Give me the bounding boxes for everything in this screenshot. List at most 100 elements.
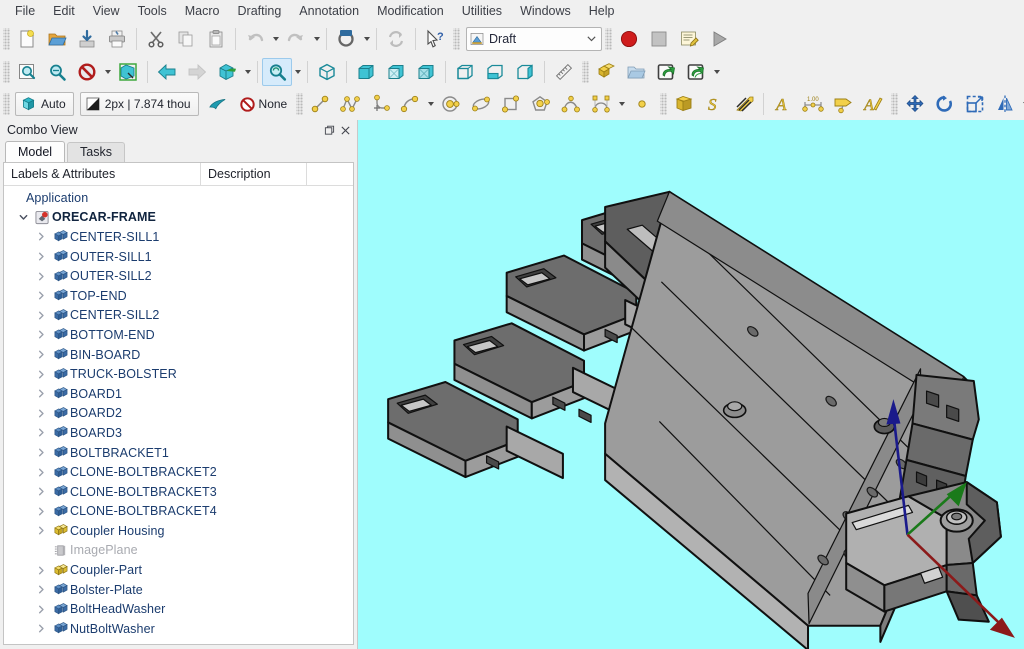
workbench-selector[interactable]: Draft: [466, 26, 602, 51]
draft-annotation-style-button[interactable]: [204, 93, 231, 115]
menu-file[interactable]: File: [6, 2, 44, 20]
tree-item-application[interactable]: Application: [4, 188, 353, 208]
measure-ruler-icon[interactable]: [549, 58, 579, 86]
draft-rotate-icon[interactable]: [930, 90, 960, 118]
chevron-right-icon[interactable]: [32, 467, 50, 478]
tree-item-clone-boltbracket3[interactable]: CLONE-BOLTBRACKET3: [4, 482, 353, 502]
draft-facebinder-icon[interactable]: [669, 90, 699, 118]
menu-tools[interactable]: Tools: [129, 2, 176, 20]
tree-item-outer-sill2[interactable]: OUTER-SILL2: [4, 266, 353, 286]
link-group-icon[interactable]: [681, 58, 711, 86]
draw-style-dropdown-icon[interactable]: [102, 59, 113, 85]
tree-header-description[interactable]: Description: [201, 163, 307, 185]
make-link-icon[interactable]: [651, 58, 681, 86]
menu-help[interactable]: Help: [580, 2, 624, 20]
toolbar-grip[interactable]: [453, 27, 460, 50]
zoom-dropdown-icon[interactable]: [292, 59, 303, 85]
tree-item-coupler-housing[interactable]: Coupler Housing: [4, 521, 353, 541]
chevron-right-icon[interactable]: [32, 388, 50, 399]
link-dropdown-icon[interactable]: [711, 59, 722, 85]
menu-drafting[interactable]: Drafting: [229, 2, 291, 20]
tree-item-clone-boltbracket2[interactable]: CLONE-BOLTBRACKET2: [4, 462, 353, 482]
draft-rectangle-icon[interactable]: [496, 90, 526, 118]
tree-item-bottom-end[interactable]: BOTTOM-END: [4, 325, 353, 345]
tree-item-board2[interactable]: BOARD2: [4, 404, 353, 424]
chevron-right-icon[interactable]: [32, 408, 50, 419]
menu-macro[interactable]: Macro: [176, 2, 229, 20]
menu-utilities[interactable]: Utilities: [453, 2, 511, 20]
toolbar-grip[interactable]: [582, 60, 589, 83]
isometric-view-icon[interactable]: [212, 58, 242, 86]
refresh-view-icon[interactable]: [381, 25, 411, 53]
chevron-right-icon[interactable]: [32, 623, 50, 634]
toolbar-grip[interactable]: [3, 27, 10, 50]
left-view-cube-icon[interactable]: [510, 58, 540, 86]
draft-arc-dropdown-icon[interactable]: [425, 91, 436, 117]
draft-line-icon[interactable]: [305, 90, 335, 118]
draft-polygon-icon[interactable]: [526, 90, 556, 118]
float-window-icon[interactable]: [321, 122, 337, 138]
draft-scale-icon[interactable]: [960, 90, 990, 118]
tree-item-boltbracket1[interactable]: BOLTBRACKET1: [4, 443, 353, 463]
chevron-right-icon[interactable]: [32, 231, 50, 242]
chevron-right-icon[interactable]: [32, 565, 50, 576]
draft-dimension-icon[interactable]: 1.00: [798, 90, 828, 118]
menu-view[interactable]: View: [84, 2, 129, 20]
tree-item-board1[interactable]: BOARD1: [4, 384, 353, 404]
chevron-right-icon[interactable]: [32, 271, 50, 282]
tree-item-bin-board[interactable]: BIN-BOARD: [4, 345, 353, 365]
tree-item-center-sill1[interactable]: CENTER-SILL1: [4, 227, 353, 247]
tab-tasks[interactable]: Tasks: [67, 142, 125, 162]
copy-icon[interactable]: [171, 25, 201, 53]
draft-bspline-icon[interactable]: [556, 90, 586, 118]
draft-move-icon[interactable]: [900, 90, 930, 118]
new-document-icon[interactable]: [12, 25, 42, 53]
axonometric-cube-icon[interactable]: [312, 58, 342, 86]
tree-item-outer-sill1[interactable]: OUTER-SILL1: [4, 247, 353, 267]
draft-hatch-icon[interactable]: [729, 90, 759, 118]
chevron-right-icon[interactable]: [32, 506, 50, 517]
tab-model[interactable]: Model: [5, 141, 66, 162]
front-view-cube-icon[interactable]: [351, 58, 381, 86]
draft-fillet-icon[interactable]: [365, 90, 395, 118]
macro-edit-icon[interactable]: [674, 25, 704, 53]
tree-item-coupler-part[interactable]: Coupler-Part: [4, 560, 353, 580]
chevron-down-icon[interactable]: [14, 212, 32, 223]
draft-shapestring-icon[interactable]: S: [699, 90, 729, 118]
chevron-right-icon[interactable]: [32, 486, 50, 497]
tree-item-nutboltwasher[interactable]: NutBoltWasher: [4, 619, 353, 639]
macro-record-icon[interactable]: [614, 25, 644, 53]
chevron-right-icon[interactable]: [32, 349, 50, 360]
menu-windows[interactable]: Windows: [511, 2, 580, 20]
tree-item-center-sill2[interactable]: CENTER-SILL2: [4, 306, 353, 326]
chevron-down-icon[interactable]: [583, 33, 599, 44]
redo-arrow-icon[interactable]: [281, 25, 311, 53]
draw-style-icon[interactable]: [72, 58, 102, 86]
draft-arc-icon[interactable]: [395, 90, 425, 118]
tree-item-orecar-frame[interactable]: ORECAR-FRAME: [4, 208, 353, 228]
menu-edit[interactable]: Edit: [44, 2, 84, 20]
draft-polyline-icon[interactable]: [335, 90, 365, 118]
cut-scissors-icon[interactable]: [141, 25, 171, 53]
tree-item-top-end[interactable]: TOP-END: [4, 286, 353, 306]
refresh-dropdown-icon[interactable]: [361, 26, 372, 52]
chevron-right-icon[interactable]: [32, 251, 50, 262]
bottom-view-cube-icon[interactable]: [480, 58, 510, 86]
tree-item-imageplane[interactable]: ImagePlane: [4, 541, 353, 561]
undo-arrow-icon[interactable]: [240, 25, 270, 53]
print-icon[interactable]: [102, 25, 132, 53]
draft-bezier-icon[interactable]: [586, 90, 616, 118]
macro-stop-icon[interactable]: [644, 25, 674, 53]
undo-dropdown-icon[interactable]: [270, 26, 281, 52]
chevron-right-icon[interactable]: [32, 447, 50, 458]
toolbar-grip[interactable]: [3, 93, 10, 115]
toolbar-grip[interactable]: [660, 93, 668, 115]
tree-header-labels[interactable]: Labels & Attributes: [4, 163, 201, 185]
draft-linewidth-button[interactable]: 2px | 7.874 thou: [79, 92, 199, 116]
draft-working-plane-button[interactable]: None: [235, 93, 292, 115]
box-selection-icon[interactable]: [113, 58, 143, 86]
tree-header-extra[interactable]: [307, 163, 353, 185]
chevron-right-icon[interactable]: [32, 427, 50, 438]
chevron-right-icon[interactable]: [32, 310, 50, 321]
zoom-tool-icon[interactable]: [262, 57, 292, 86]
